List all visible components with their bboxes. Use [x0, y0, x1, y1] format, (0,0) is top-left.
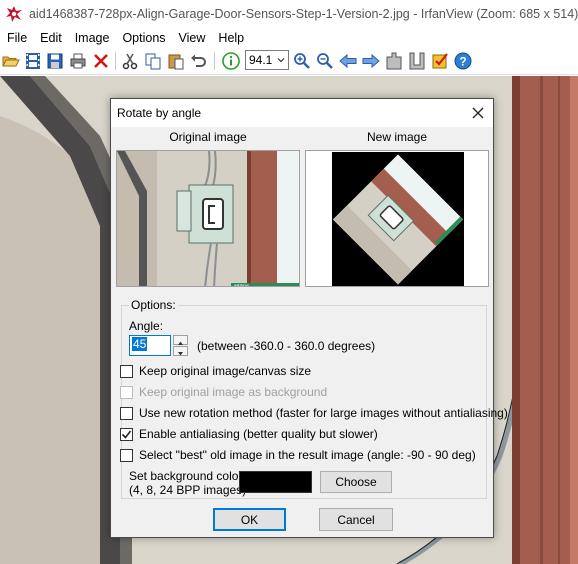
- open-folder-icon[interactable]: [1, 51, 21, 71]
- new-rotation-method-option[interactable]: Use new rotation method (faster for larg…: [120, 406, 508, 420]
- new-rotation-method-checkbox[interactable]: [120, 406, 133, 420]
- antialiasing-label: Enable antialiasing (better quality but …: [139, 427, 378, 441]
- original-image-preview: wikiHow: [116, 150, 300, 287]
- print-icon[interactable]: [68, 51, 88, 71]
- undo-icon[interactable]: [189, 51, 209, 71]
- zoom-in-icon[interactable]: [292, 51, 312, 71]
- new-image-preview: [305, 150, 489, 287]
- zoom-select[interactable]: 94.1: [245, 50, 289, 70]
- original-image-thumbnail: wikiHow: [117, 151, 299, 288]
- checkmark-icon: [121, 430, 132, 439]
- paste-icon[interactable]: [166, 51, 186, 71]
- new-rotation-method-label: Use new rotation method (faster for larg…: [139, 406, 508, 420]
- menu-image[interactable]: Image: [70, 31, 115, 45]
- irfanview-logo-icon: [5, 6, 22, 22]
- angle-label: Angle:: [129, 319, 164, 333]
- keep-canvas-size-option[interactable]: Keep original image/canvas size: [120, 364, 311, 378]
- zoom-out-icon[interactable]: [315, 51, 335, 71]
- close-icon[interactable]: [471, 106, 485, 120]
- keep-background-label: Keep original image as background: [139, 385, 328, 399]
- chevron-down-icon: [178, 352, 183, 356]
- keep-background-option: Keep original image as background: [120, 385, 327, 399]
- filmstrip-icon[interactable]: [23, 51, 43, 71]
- cancel-button[interactable]: Cancel: [319, 508, 393, 531]
- save-icon[interactable]: [45, 51, 65, 71]
- ok-button[interactable]: OK: [213, 508, 286, 531]
- keep-background-checkbox: [120, 385, 133, 399]
- angle-value: 45: [132, 337, 148, 351]
- bg-color-label: Set background color:: [129, 469, 246, 483]
- svg-text:?: ?: [459, 55, 466, 69]
- original-image-caption: Original image: [169, 130, 247, 144]
- keep-canvas-size-label: Keep original image/canvas size: [139, 364, 312, 378]
- previous-icon[interactable]: [338, 51, 358, 71]
- dialog-title-bar: Rotate by angle: [111, 99, 493, 127]
- last-file-icon[interactable]: [407, 51, 427, 71]
- antialiasing-checkbox[interactable]: [120, 427, 133, 441]
- cut-icon[interactable]: [120, 51, 140, 71]
- watermark-text: wikiHow: [234, 283, 249, 288]
- menu-edit[interactable]: Edit: [35, 31, 67, 45]
- bg-color-sublabel: (4, 8, 24 BPP images): [129, 483, 247, 497]
- menu-file[interactable]: File: [2, 31, 32, 45]
- dialog-title: Rotate by angle: [117, 106, 202, 120]
- new-image-thumbnail: [306, 151, 488, 286]
- title-bar: aid1468387-728px-Align-Garage-Door-Senso…: [0, 0, 578, 28]
- menu-view[interactable]: View: [174, 31, 211, 45]
- menu-bar: File Edit Image Options View Help: [0, 28, 578, 47]
- antialiasing-option[interactable]: Enable antialiasing (better quality but …: [120, 427, 378, 441]
- keep-canvas-size-checkbox[interactable]: [120, 364, 133, 378]
- angle-input[interactable]: 45: [129, 335, 171, 356]
- choose-color-button[interactable]: Choose: [320, 471, 392, 493]
- info-icon[interactable]: [221, 51, 241, 71]
- best-old-image-label: Select "best" old image in the result im…: [139, 448, 476, 462]
- next-icon[interactable]: [361, 51, 381, 71]
- toolbar-separator: [115, 52, 116, 70]
- background-color-swatch[interactable]: [239, 471, 312, 493]
- delete-icon[interactable]: [91, 51, 111, 71]
- best-old-image-option[interactable]: Select "best" old image in the result im…: [120, 448, 476, 462]
- zoom-value: 94.1: [249, 53, 273, 67]
- help-icon[interactable]: ?: [453, 51, 473, 71]
- angle-spin-up[interactable]: [173, 335, 188, 345]
- options-label: Options:: [129, 298, 178, 312]
- best-old-image-checkbox[interactable]: [120, 448, 133, 462]
- settings-icon[interactable]: [430, 51, 450, 71]
- menu-options[interactable]: Options: [117, 31, 170, 45]
- first-file-icon[interactable]: [384, 51, 404, 71]
- rotate-by-angle-dialog: Rotate by angle Original image New image…: [110, 98, 508, 538]
- new-image-caption: New image: [366, 130, 428, 144]
- toolbar-separator: [214, 52, 215, 70]
- angle-spin-down[interactable]: [173, 346, 188, 356]
- angle-range-text: (between -360.0 - 360.0 degrees): [197, 339, 376, 353]
- copy-icon[interactable]: [143, 51, 163, 71]
- chevron-down-icon: [277, 58, 285, 63]
- window-title: aid1468387-728px-Align-Garage-Door-Senso…: [28, 7, 578, 21]
- menu-help[interactable]: Help: [213, 31, 249, 45]
- toolbar: 94.1 ?: [0, 47, 578, 75]
